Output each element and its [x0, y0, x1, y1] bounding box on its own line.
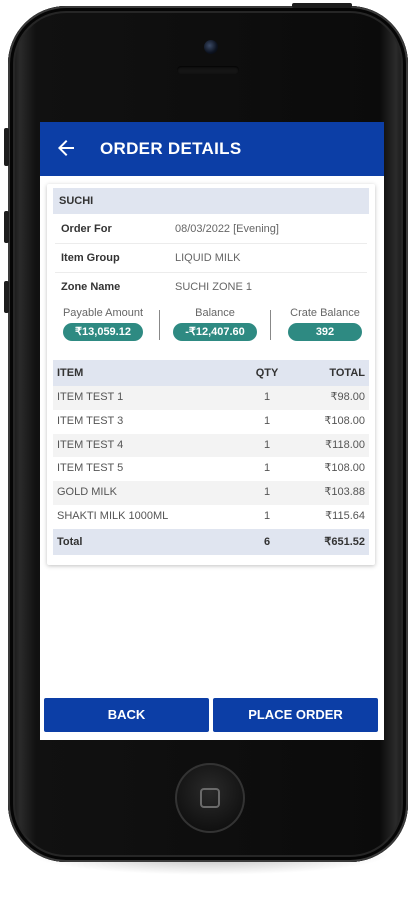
row-qty: 1: [263, 462, 271, 475]
detail-row-item-group: Item Group LIQUID MILK: [55, 244, 367, 273]
row-total: ₹108.00: [324, 462, 365, 475]
page-title: ORDER DETAILS: [100, 139, 242, 158]
detail-value: LIQUID MILK: [175, 252, 241, 264]
table-row: ITEM TEST 1 1 ₹98.00: [53, 386, 369, 410]
crate-balance-label: Crate Balance: [290, 307, 360, 319]
row-item: ITEM TEST 3: [57, 414, 124, 427]
table-footer: Total 6 ₹651.52: [53, 528, 369, 555]
row-item: GOLD MILK: [57, 486, 117, 499]
back-button[interactable]: BACK: [44, 698, 209, 732]
row-qty: 1: [263, 438, 271, 451]
footer-total: ₹651.52: [324, 535, 365, 548]
payable-amount-badge: ₹13,059.12: [63, 323, 143, 341]
detail-row-zone-name: Zone Name SUCHI ZONE 1: [55, 273, 367, 301]
volume-down-button: [4, 281, 9, 313]
crate-balance: Crate Balance 392: [277, 306, 373, 346]
row-item: ITEM TEST 4: [57, 438, 124, 451]
payable-amount-label: Payable Amount: [62, 307, 144, 319]
column-header-total: TOTAL: [329, 367, 365, 379]
arrow-left-icon[interactable]: [54, 136, 78, 160]
column-header-item: ITEM: [57, 367, 84, 379]
volume-up-button: [4, 211, 9, 243]
detail-value: SUCHI ZONE 1: [175, 281, 253, 293]
row-qty: 1: [263, 414, 271, 427]
table-row: SHAKTI MILK 1000ML 1 ₹115.64: [53, 505, 369, 529]
summary-divider: [270, 310, 271, 340]
detail-label: Item Group: [61, 252, 120, 264]
app-screen: ORDER DETAILS SUCHI Order For 08/03/2022…: [40, 122, 384, 740]
row-qty: 1: [263, 486, 271, 499]
customer-name: SUCHI: [53, 188, 369, 214]
power-button: [292, 3, 352, 8]
front-camera: [204, 40, 218, 54]
home-square-icon: [200, 788, 220, 808]
crate-balance-badge: 392: [287, 323, 363, 341]
balance-summary: Payable Amount ₹13,059.12 Balance -₹12,4…: [47, 306, 375, 346]
detail-row-order-for: Order For 08/03/2022 [Evening]: [55, 215, 367, 244]
footer-qty: 6: [263, 535, 271, 548]
mute-switch: [4, 128, 9, 166]
table-row: ITEM TEST 3 1 ₹108.00: [53, 410, 369, 434]
row-qty: 1: [263, 391, 271, 403]
row-item: ITEM TEST 5: [57, 462, 124, 475]
table-row: ITEM TEST 5 1 ₹108.00: [53, 457, 369, 481]
place-order-button[interactable]: PLACE ORDER: [213, 698, 378, 732]
footer-label: Total: [57, 535, 83, 548]
payable-amount: Payable Amount ₹13,059.12: [53, 306, 153, 346]
row-item: SHAKTI MILK 1000ML: [57, 509, 169, 522]
table-row: GOLD MILK 1 ₹103.88: [53, 481, 369, 505]
summary-divider: [159, 310, 160, 340]
row-qty: 1: [263, 509, 271, 522]
table-row: ITEM TEST 4 1 ₹118.00: [53, 433, 369, 458]
balance-badge: -₹12,407.60: [173, 323, 257, 341]
row-total: ₹115.64: [325, 509, 365, 522]
row-total: ₹118.00: [325, 438, 365, 451]
items-table: ITEM QTY TOTAL ITEM TEST 1 1 ₹98.00 ITEM…: [53, 360, 369, 555]
detail-label: Zone Name: [61, 281, 121, 293]
table-header: ITEM QTY TOTAL: [53, 360, 369, 386]
earpiece-speaker: [177, 66, 239, 74]
balance-label: Balance: [195, 307, 235, 319]
balance: Balance -₹12,407.60: [165, 306, 265, 346]
column-header-qty: QTY: [255, 367, 279, 379]
row-total: ₹98.00: [330, 391, 365, 403]
order-card: SUCHI Order For 08/03/2022 [Evening] Ite…: [47, 184, 375, 565]
row-total: ₹108.00: [324, 414, 365, 427]
row-item: ITEM TEST 1: [57, 391, 124, 403]
row-total: ₹103.88: [324, 486, 365, 499]
detail-value: 08/03/2022 [Evening]: [175, 223, 279, 235]
app-bar: ORDER DETAILS: [40, 122, 384, 176]
detail-label: Order For: [61, 223, 112, 235]
